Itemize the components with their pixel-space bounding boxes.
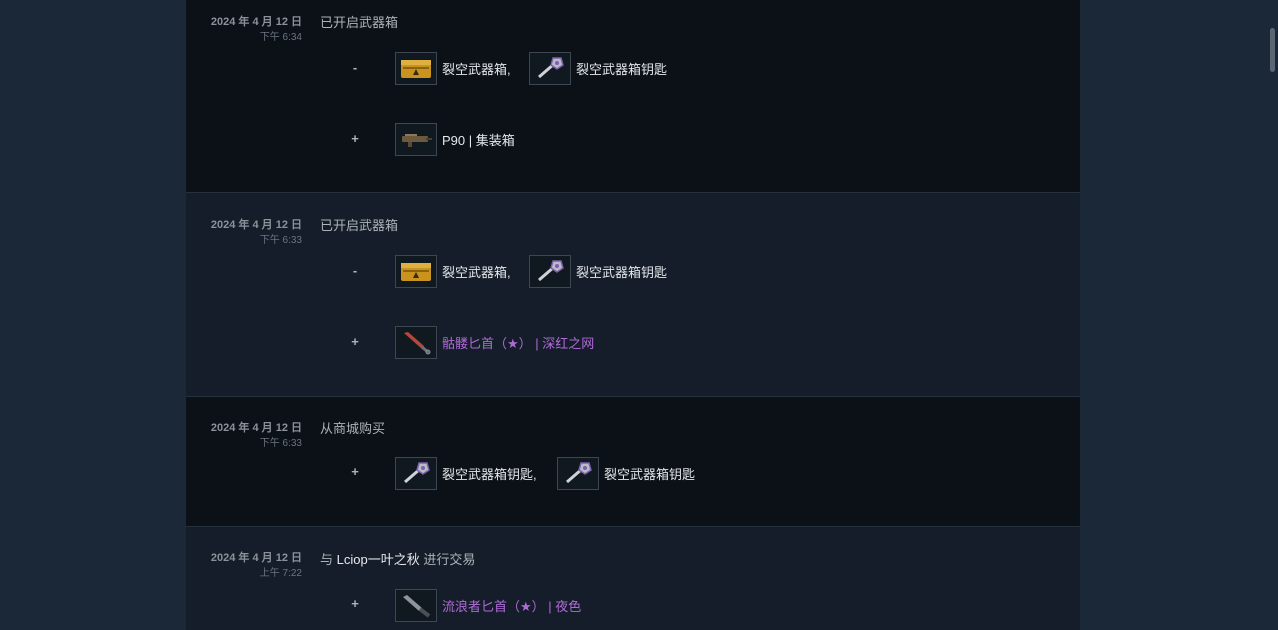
history-date: 2024 年 4 月 12 日 [210, 16, 302, 28]
history-description: 已开启武器箱 [320, 15, 399, 30]
history-item[interactable]: 裂空武器箱钥匙, [395, 456, 537, 490]
history-item[interactable]: 裂空武器箱, [395, 254, 511, 288]
history-time: 下午 6:33 [259, 438, 302, 449]
history-row: 2024 年 4 月 12 日 下午 6:34 已开启武器箱 - 裂空武器箱, … [186, 0, 1080, 192]
case-key-icon [529, 254, 571, 288]
history-item[interactable]: 裂空武器箱钥匙 [557, 456, 695, 490]
case-key-icon [529, 51, 571, 85]
history-item[interactable]: P90 | 集装箱 [395, 122, 515, 156]
scrollbar-thumb[interactable] [1270, 28, 1275, 72]
item-name: 裂空武器箱钥匙 [576, 264, 668, 280]
history-date: 2024 年 4 月 12 日 [210, 552, 302, 564]
history-item[interactable]: 裂空武器箱钥匙 [529, 254, 667, 288]
description-prefix: 与 [320, 552, 337, 567]
item-name: 裂空武器箱, [442, 264, 511, 280]
weapon-case-icon [395, 254, 437, 288]
history-time: 下午 6:34 [259, 32, 302, 43]
history-row: 2024 年 4 月 12 日 上午 7:22 与 Lciop一叶之秋 进行交易… [186, 527, 1080, 630]
trade-partner-name[interactable]: Lciop一叶之秋 [337, 552, 420, 567]
history-description: 已开启武器箱 [320, 218, 399, 233]
case-key-icon [557, 456, 599, 490]
removed-sign: - [352, 60, 358, 75]
history-row: 2024 年 4 月 12 日 下午 6:33 从商城购买 + 裂空武器箱钥匙,… [186, 397, 1080, 526]
item-name: 裂空武器箱, [442, 61, 511, 77]
added-sign: + [351, 334, 359, 349]
item-name: 裂空武器箱钥匙 [604, 466, 696, 482]
history-description: 从商城购买 [320, 421, 386, 436]
skeleton-knife-icon [395, 325, 437, 359]
history-row: 2024 年 4 月 12 日 下午 6:33 已开启武器箱 - 裂空武器箱, … [186, 193, 1080, 396]
history-panel: 2024 年 4 月 12 日 下午 6:34 已开启武器箱 - 裂空武器箱, … [186, 0, 1080, 630]
added-sign: + [351, 464, 359, 479]
item-name: 裂空武器箱钥匙 [576, 61, 668, 77]
p90-rifle-icon [395, 122, 437, 156]
history-item[interactable]: 裂空武器箱钥匙 [529, 51, 667, 85]
description-suffix: 进行交易 [419, 552, 476, 567]
history-date: 2024 年 4 月 12 日 [210, 422, 302, 434]
nomad-knife-icon [395, 588, 437, 622]
added-sign: + [351, 131, 359, 146]
case-key-icon [395, 456, 437, 490]
item-name: 流浪者匕首（★） | 夜色 [442, 598, 582, 614]
scrollbar-track[interactable] [1266, 0, 1278, 630]
history-description: 与 Lciop一叶之秋 进行交易 [320, 549, 475, 568]
item-name: P90 | 集装箱 [442, 132, 515, 148]
weapon-case-icon [395, 51, 437, 85]
history-time: 上午 7:22 [259, 568, 302, 579]
history-item[interactable]: 流浪者匕首（★） | 夜色 [395, 588, 581, 622]
history-item[interactable]: 骷髅匕首（★） | 深红之网 [395, 325, 594, 359]
item-name: 裂空武器箱钥匙, [442, 466, 537, 482]
removed-sign: - [352, 263, 358, 278]
added-sign: + [351, 596, 359, 611]
item-name: 骷髅匕首（★） | 深红之网 [442, 335, 595, 351]
inventory-history-page: 2024 年 4 月 12 日 下午 6:34 已开启武器箱 - 裂空武器箱, … [0, 0, 1278, 630]
history-time: 下午 6:33 [259, 235, 302, 246]
history-item[interactable]: 裂空武器箱, [395, 51, 511, 85]
history-date: 2024 年 4 月 12 日 [210, 219, 302, 231]
